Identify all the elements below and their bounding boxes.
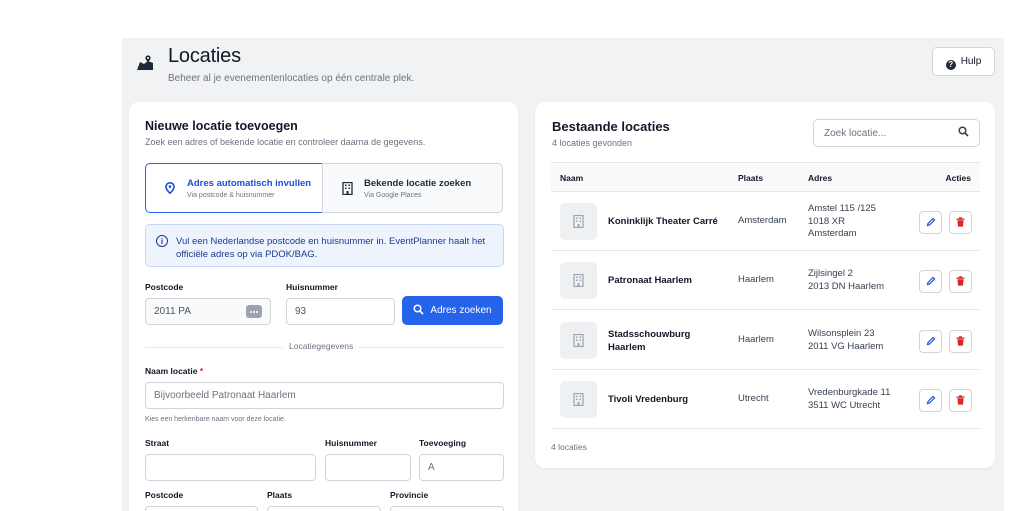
delete-button[interactable] xyxy=(949,270,972,293)
name-hint: Kies een herkenbare naam voor deze locat… xyxy=(145,416,286,423)
new-location-subtitle: Zoek een adres of bekende locatie en con… xyxy=(145,137,426,147)
delete-button[interactable] xyxy=(949,211,972,234)
housenumber2-input[interactable] xyxy=(325,454,411,481)
question-icon: ? xyxy=(945,59,956,70)
page-subtitle: Beheer al je evenementenlocaties op één … xyxy=(168,73,415,84)
delete-button[interactable] xyxy=(949,389,972,412)
existing-title: Bestaande locaties xyxy=(552,119,670,134)
postcode-value: 2011 PA xyxy=(154,306,191,317)
location-address: Vredenburgkade 11 3511 WC Utrecht xyxy=(808,387,891,411)
postcode2-input[interactable] xyxy=(145,506,258,511)
location-place: Haarlem xyxy=(738,334,774,345)
province-label: Provincie xyxy=(390,490,429,500)
location-address: Zijlsingel 2 2013 DN Haarlem xyxy=(808,268,885,292)
location-name-input[interactable]: Bijvoorbeeld Patronaat Haarlem xyxy=(145,382,504,409)
table-row: Tivoli Vredenburg Utrecht Vredenburgkade 1… xyxy=(551,370,980,429)
province-select[interactable] xyxy=(390,506,504,511)
address-search-label: Adres zoeken xyxy=(430,305,492,316)
postcode-label: Postcode xyxy=(145,282,184,292)
delete-button[interactable] xyxy=(949,330,972,353)
search-icon xyxy=(958,126,969,140)
existing-locations-card: Bestaande locaties 4 locaties gevonden Z… xyxy=(535,102,995,468)
app-container: Locaties Beheer al je evenementenlocatie… xyxy=(122,38,1004,511)
location-pin-icon xyxy=(163,182,177,194)
section-label: Locatiegegevens xyxy=(283,341,360,351)
autofill-dots-icon[interactable] xyxy=(246,305,262,318)
location-search-placeholder: Zoek locatie... xyxy=(824,127,887,139)
building-thumbnail-icon xyxy=(560,262,597,299)
location-place: Utrecht xyxy=(738,393,769,404)
col-address: Adres xyxy=(808,173,833,183)
trash-icon xyxy=(956,333,965,351)
city-input[interactable] xyxy=(267,506,381,511)
edit-button[interactable] xyxy=(919,270,942,293)
table-row: Patronaat Haarlem Haarlem Zijlsingel 2 201… xyxy=(551,251,980,310)
option-auto-label: Adres automatisch invullen xyxy=(187,177,312,189)
edit-button[interactable] xyxy=(919,211,942,234)
trash-icon xyxy=(956,392,965,410)
edit-button[interactable] xyxy=(919,389,942,412)
info-icon: i xyxy=(156,235,168,247)
location-address: Amstel 115 /125 1018 XR Amsterdam xyxy=(808,203,876,239)
new-location-title: Nieuwe locatie toevoegen xyxy=(145,119,298,133)
building-thumbnail-icon xyxy=(560,322,597,359)
option-known-sub: Via Google Places xyxy=(364,191,422,199)
location-search-input[interactable]: Zoek locatie... xyxy=(813,119,980,147)
building-thumbnail-icon xyxy=(560,381,597,418)
location-address: Wilsonsplein 23 2011 VG Haarlem xyxy=(808,328,884,352)
col-actions: Acties xyxy=(945,173,971,183)
info-text: Vul een Nederlandse postcode en huisnumm… xyxy=(176,236,486,260)
trash-icon xyxy=(956,214,965,232)
option-known-label: Bekende locatie zoeken xyxy=(364,177,472,189)
pencil-icon xyxy=(926,214,936,232)
table-row: Stadsschouwburg Haarlem Haarlem Wilsonsple… xyxy=(551,311,980,370)
col-name: Naam xyxy=(560,173,584,183)
location-name: Tivoli Vredenburg xyxy=(608,394,689,405)
building-icon xyxy=(340,181,354,195)
pencil-icon xyxy=(926,273,936,291)
footer-count: 4 locaties xyxy=(551,442,587,452)
pencil-icon xyxy=(926,392,936,410)
location-name: Stadsschouwburg Haarlem xyxy=(608,329,691,353)
new-location-card: Nieuwe locatie toevoegen Zoek een adres … xyxy=(129,102,518,511)
postcode2-label: Postcode xyxy=(145,490,184,500)
location-place: Haarlem xyxy=(738,274,774,285)
street-input[interactable] xyxy=(145,454,316,481)
location-name: Koninklijk Theater Carré xyxy=(608,216,718,227)
addition-placeholder: A xyxy=(428,462,435,473)
location-name: Patronaat Haarlem xyxy=(608,275,692,286)
info-alert: i Vul een Nederlandse postcode en huisnu… xyxy=(145,224,504,267)
option-auto-fill[interactable]: Adres automatisch invullen Via postcode … xyxy=(145,163,323,213)
name-label-text: Naam locatie xyxy=(145,366,198,376)
addition-input[interactable]: A xyxy=(419,454,504,481)
housenumber-label: Huisnummer xyxy=(286,282,338,292)
location-place: Amsterdam xyxy=(738,215,787,226)
city-label: Plaats xyxy=(267,490,293,500)
existing-count: 4 locaties gevonden xyxy=(552,138,633,148)
search-icon xyxy=(413,303,424,318)
street-label: Straat xyxy=(145,438,170,448)
option-known-location[interactable]: Bekende locatie zoeken Via Google Places xyxy=(322,163,503,213)
table-header: Naam Plaats Adres Acties xyxy=(551,162,980,192)
trash-icon xyxy=(956,273,965,291)
location-name-placeholder: Bijvoorbeeld Patronaat Haarlem xyxy=(154,390,296,401)
edit-button[interactable] xyxy=(919,330,942,353)
housenumber-value: 93 xyxy=(295,306,307,317)
col-place: Plaats xyxy=(738,173,764,183)
table-row: Koninklijk Theater Carré Amsterdam Amstel … xyxy=(551,192,980,251)
required-marker: * xyxy=(199,366,204,376)
building-thumbnail-icon xyxy=(560,203,597,240)
address-search-button[interactable]: Adres zoeken xyxy=(402,296,503,325)
addition-label: Toevoeging xyxy=(419,438,467,448)
postcode-input[interactable]: 2011 PA xyxy=(145,298,271,325)
name-label: Naam locatie * xyxy=(145,366,203,376)
help-label: Hulp xyxy=(960,56,982,67)
pencil-icon xyxy=(926,333,936,351)
housenumber-input[interactable]: 93 xyxy=(286,298,395,325)
map-pin-icon xyxy=(134,52,156,74)
housenumber2-label: Huisnummer xyxy=(325,438,377,448)
help-button[interactable]: ? Hulp xyxy=(932,47,995,76)
page-title: Locaties xyxy=(168,45,241,67)
option-auto-sub: Via postcode & huisnummer xyxy=(187,191,275,199)
